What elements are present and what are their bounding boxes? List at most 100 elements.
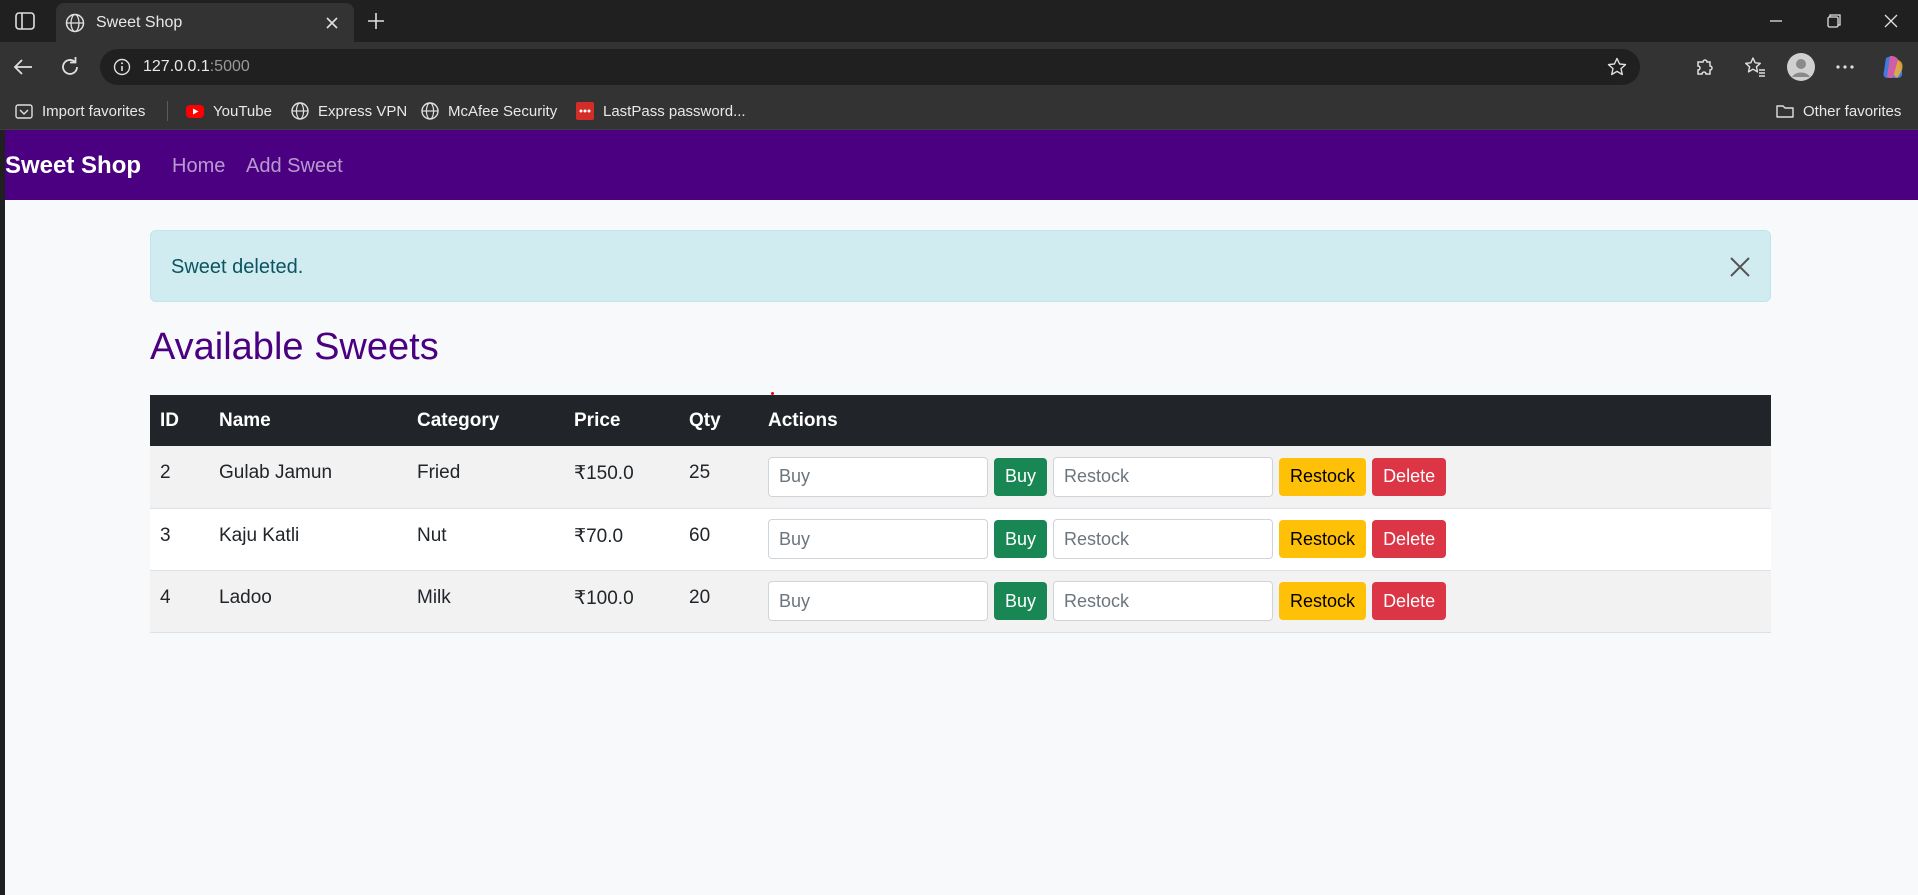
buy-button[interactable]: Buy <box>994 457 1048 496</box>
buy-quantity-input[interactable] <box>768 456 988 497</box>
bookmark-label: McAfee Security <box>448 102 558 120</box>
delete-button[interactable]: Delete <box>1372 582 1447 620</box>
browser-tab-bar: Sweet Shop <box>0 0 1918 42</box>
globe-icon <box>421 102 439 120</box>
cell-price: ₹150.0 <box>564 446 679 509</box>
cell-id: 2 <box>150 446 209 509</box>
folder-icon <box>1776 105 1794 118</box>
column-header-id: ID <box>150 395 209 446</box>
sweets-table: ID Name Category Price Qty Actions 2 Gul… <box>150 395 1771 633</box>
cell-category: Fried <box>407 446 564 509</box>
bookmark-mcafee-security[interactable]: McAfee Security <box>420 100 557 122</box>
buy-quantity-input[interactable] <box>768 581 988 621</box>
address-bar[interactable]: 127.0.0.1:5000 <box>100 49 1640 85</box>
bookmark-lastpass[interactable]: LastPass password... <box>575 100 746 122</box>
url-text: 127.0.0.1:5000 <box>143 58 250 76</box>
cell-actions: Buy Restock Delete <box>758 446 1771 509</box>
table-row: 4 Ladoo Milk ₹100.0 20 Buy Restock Delet… <box>150 570 1771 633</box>
cell-price: ₹70.0 <box>564 508 679 571</box>
table-row: 3 Kaju Katli Nut ₹70.0 60 Buy Restock De… <box>150 508 1771 571</box>
restore-icon[interactable] <box>1821 10 1845 32</box>
back-icon[interactable] <box>10 53 38 81</box>
cell-id: 3 <box>150 508 209 571</box>
sidebar-toggle-icon[interactable] <box>14 11 36 31</box>
alert-message: Sweet deleted. <box>171 256 304 278</box>
bookmark-label: YouTube <box>213 102 272 120</box>
tab-title: Sweet Shop <box>96 14 183 31</box>
bookmarks-bar: Import favorites YouTube Express VPN McA… <box>0 92 1918 130</box>
bookmark-import-favorites[interactable]: Import favorites <box>14 100 145 122</box>
lastpass-icon <box>576 102 594 120</box>
close-icon[interactable] <box>1728 255 1752 279</box>
cell-qty: 25 <box>679 446 758 509</box>
cell-name: Ladoo <box>209 570 407 633</box>
cell-qty: 20 <box>679 570 758 633</box>
import-icon <box>15 104 33 119</box>
restock-quantity-input[interactable] <box>1053 456 1274 497</box>
favorites-icon[interactable] <box>1741 53 1769 81</box>
cell-actions: Buy Restock Delete <box>758 508 1771 571</box>
restock-button[interactable]: Restock <box>1279 457 1367 496</box>
column-header-price: Price <box>564 395 679 446</box>
bookmark-youtube[interactable]: YouTube <box>185 100 272 122</box>
globe-icon <box>64 12 86 34</box>
column-header-name: Name <box>209 395 407 446</box>
nav-link-home[interactable]: Home <box>172 155 225 178</box>
cell-category: Milk <box>407 570 564 633</box>
buy-button[interactable]: Buy <box>994 520 1048 558</box>
cell-name: Gulab Jamun <box>209 446 407 509</box>
bookmark-other-favorites[interactable]: Other favorites <box>1775 100 1901 122</box>
reload-icon[interactable] <box>56 53 84 81</box>
delete-button[interactable]: Delete <box>1372 520 1447 558</box>
column-header-qty: Qty <box>679 395 758 446</box>
extensions-icon[interactable] <box>1691 53 1719 81</box>
new-tab-icon[interactable] <box>364 9 388 33</box>
globe-icon <box>291 102 309 120</box>
restock-button[interactable]: Restock <box>1279 582 1367 620</box>
site-info-icon[interactable] <box>112 57 132 77</box>
bookmark-label: Import favorites <box>42 102 146 120</box>
bookmark-express-vpn[interactable]: Express VPN <box>290 100 407 122</box>
row-actions: Buy Restock Delete <box>768 456 1761 497</box>
cell-category: Nut <box>407 508 564 571</box>
flash-alert: Sweet deleted. <box>150 230 1771 302</box>
youtube-icon <box>186 105 204 118</box>
browser-tab[interactable]: Sweet Shop <box>56 3 354 42</box>
bookmark-label: Other favorites <box>1803 102 1902 120</box>
restock-button[interactable]: Restock <box>1279 520 1367 558</box>
buy-quantity-input[interactable] <box>768 519 988 559</box>
table-header-row: ID Name Category Price Qty Actions <box>150 395 1771 446</box>
bookmarks-divider <box>167 101 168 121</box>
cell-name: Kaju Katli <box>209 508 407 571</box>
delete-button[interactable]: Delete <box>1372 457 1447 496</box>
navbar-brand[interactable]: Sweet Shop <box>5 152 141 180</box>
row-actions: Buy Restock Delete <box>768 519 1761 559</box>
row-actions: Buy Restock Delete <box>768 581 1761 621</box>
restock-quantity-input[interactable] <box>1053 519 1274 559</box>
bookmark-label: LastPass password... <box>603 102 746 120</box>
cell-actions: Buy Restock Delete <box>758 570 1771 633</box>
url-host: 127.0.0.1 <box>143 58 210 75</box>
close-window-icon[interactable] <box>1879 10 1903 32</box>
url-port: :5000 <box>209 58 250 75</box>
cell-id: 4 <box>150 570 209 633</box>
table-row: 2 Gulab Jamun Fried ₹150.0 25 Buy Restoc… <box>150 446 1771 509</box>
more-options-icon[interactable] <box>1831 53 1859 81</box>
favorite-star-icon[interactable] <box>1606 56 1628 78</box>
column-header-category: Category <box>407 395 564 446</box>
bookmark-label: Express VPN <box>318 102 408 120</box>
minimize-icon[interactable] <box>1764 10 1788 32</box>
column-header-actions: Actions <box>758 395 1771 446</box>
restock-quantity-input[interactable] <box>1053 581 1274 621</box>
page-viewport: Sweet Shop Home Add Sweet Sweet deleted.… <box>5 130 1918 895</box>
page-title: Available Sweets <box>150 326 439 368</box>
buy-button[interactable]: Buy <box>994 582 1048 620</box>
copilot-icon[interactable] <box>1878 52 1908 82</box>
navbar: Sweet Shop Home Add Sweet <box>5 130 1918 200</box>
cell-qty: 60 <box>679 508 758 571</box>
cell-price: ₹100.0 <box>564 570 679 633</box>
browser-toolbar: 127.0.0.1:5000 <box>0 42 1918 92</box>
close-tab-icon[interactable] <box>322 13 342 33</box>
nav-link-add-sweet[interactable]: Add Sweet <box>246 155 343 178</box>
profile-avatar-icon[interactable] <box>1786 52 1816 82</box>
